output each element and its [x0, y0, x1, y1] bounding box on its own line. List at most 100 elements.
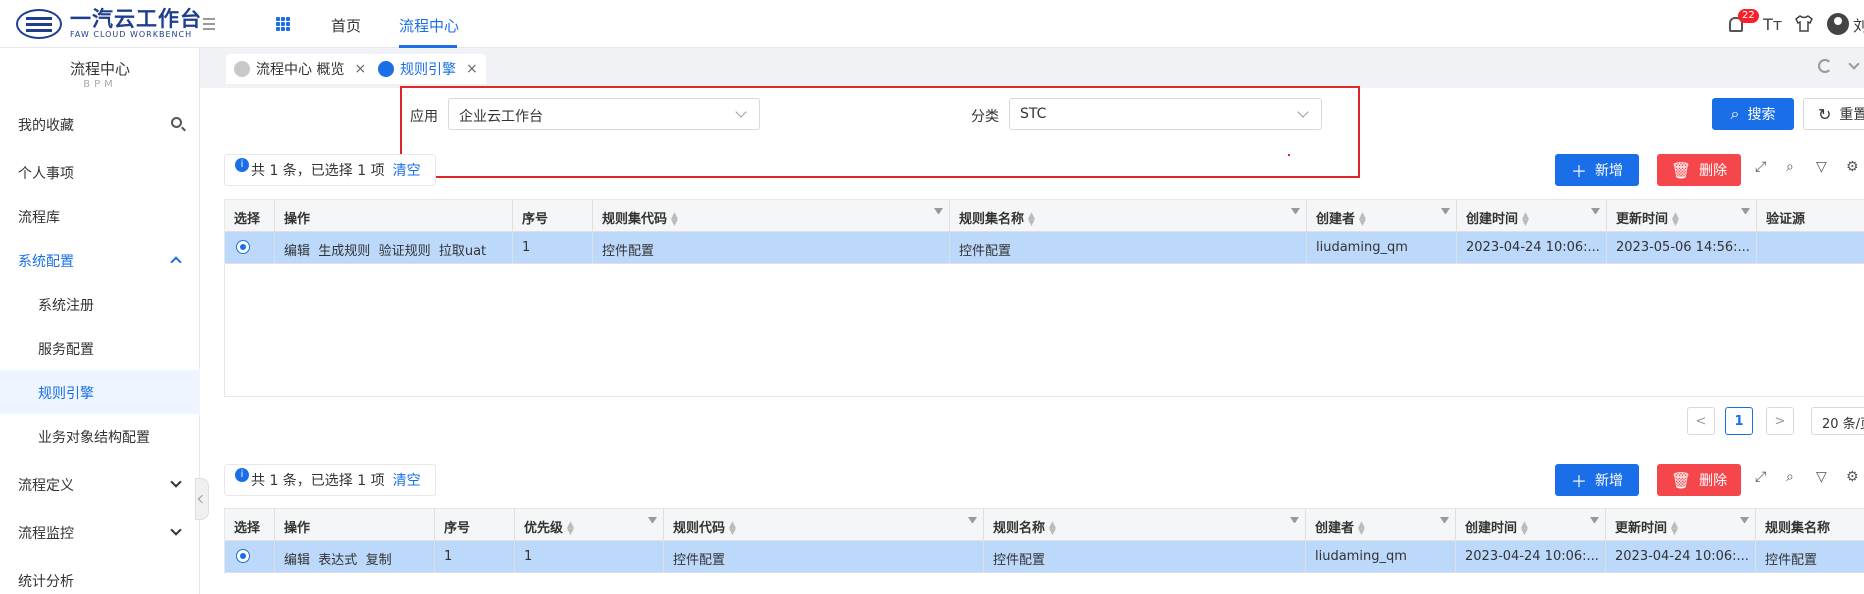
sidebar-item-system-register[interactable]: 系统注册	[0, 282, 200, 326]
selection-info-bar-2: i 共 1 条，已选择 1 项 清空	[224, 464, 436, 496]
nav-home[interactable]: 首页	[331, 15, 361, 36]
close-icon[interactable]: ×	[354, 61, 366, 77]
add-button-2[interactable]: ＋ 新增	[1555, 464, 1639, 496]
search-button[interactable]: ⌕ 搜索	[1712, 98, 1794, 130]
delete-button-2[interactable]: 🗑 删除	[1657, 464, 1741, 496]
row-radio[interactable]	[236, 240, 250, 254]
filter-icon[interactable]	[1290, 517, 1299, 526]
settings-icon[interactable]: ⚙	[1846, 159, 1862, 175]
user-name[interactable]: 刘	[1853, 15, 1864, 36]
add-button[interactable]: ＋ 新增	[1555, 154, 1639, 186]
col-created-time[interactable]: 创建时间 ▲ ▼	[1456, 509, 1606, 541]
filter-icon[interactable]	[1740, 517, 1749, 526]
sidebar-item-service-config[interactable]: 服务配置	[0, 326, 200, 370]
col-rule-set-name[interactable]: 规则集名称 ▲ ▼	[950, 200, 1307, 232]
expression-link[interactable]: 表达式	[318, 553, 357, 568]
sidebar-item-statistics[interactable]: 统计分析	[0, 558, 200, 594]
sidebar-item-rule-engine[interactable]: 规则引擎	[0, 370, 200, 414]
clear-selection-link[interactable]: 清空	[393, 470, 421, 490]
col-rule-set-name: 规则集名称	[1756, 509, 1864, 541]
sidebar-subtitle: BPM	[83, 79, 117, 90]
row-radio-cell[interactable]	[225, 541, 275, 573]
sidebar-title: 流程中心	[69, 60, 130, 78]
sidebar-item-personal[interactable]: 个人事项	[0, 150, 200, 194]
sidebar-item-favorites[interactable]: 我的收藏	[0, 102, 200, 146]
col-rule-name[interactable]: 规则名称 ▲ ▼	[984, 509, 1306, 541]
plus-icon: ＋	[1570, 472, 1587, 491]
fullscreen-icon[interactable]: ⤢	[1755, 469, 1771, 485]
tab-rule-engine[interactable]: 规则引擎 ×	[370, 54, 486, 84]
filter-icon[interactable]	[1741, 208, 1750, 217]
col-creator[interactable]: 创建者 ▲ ▼	[1306, 509, 1456, 541]
reset-icon: ↻	[1818, 104, 1832, 124]
sidebar-item-system-config[interactable]: 系统配置	[0, 238, 200, 282]
sidebar-item-process-monitor[interactable]: 流程监控	[0, 510, 200, 554]
search-icon[interactable]	[171, 117, 182, 128]
logo[interactable]: 一汽云工作台 FAW CLOUD WORKBENCH	[16, 8, 202, 39]
prev-page-button[interactable]: <	[1687, 407, 1715, 435]
filter-icon[interactable]	[648, 517, 657, 526]
filter-icon[interactable]: ▽	[1816, 159, 1832, 175]
delete-button[interactable]: 🗑 删除	[1657, 154, 1741, 186]
col-rule-set-code[interactable]: 规则集代码 ▲ ▼	[593, 200, 950, 232]
page-1-button[interactable]: 1	[1725, 407, 1753, 435]
top-header: 一汽云工作台 FAW CLOUD WORKBENCH 首页 流程中心 22 Tт…	[0, 0, 1864, 48]
col-validation-source: 验证源	[1757, 200, 1864, 232]
copy-link[interactable]: 复制	[366, 553, 392, 568]
row-radio-cell[interactable]	[225, 232, 275, 264]
apps-grid-icon[interactable]	[276, 17, 290, 31]
row-radio[interactable]	[236, 549, 250, 563]
page-size-select[interactable]: 20 条/页	[1811, 407, 1864, 435]
zoom-search-icon[interactable]: ⌕	[1786, 469, 1802, 485]
sidebar-item-process-library[interactable]: 流程库	[0, 194, 200, 238]
col-rule-code[interactable]: 规则代码 ▲ ▼	[664, 509, 984, 541]
row-source	[1757, 232, 1864, 264]
table-row[interactable]: 编辑 生成规则 验证规则 拉取uat 1 控件配置 控件配置 liudaming…	[225, 232, 1864, 264]
highlight-dot	[1288, 154, 1290, 156]
close-icon[interactable]: ×	[466, 61, 478, 77]
tab-flow-overview[interactable]: 流程中心 概览 ×	[226, 54, 375, 84]
nav-flow-center[interactable]: 流程中心	[399, 15, 459, 36]
table-row[interactable]: 编辑 表达式 复制 1 1 控件配置 控件配置 liudaming_qm 202…	[225, 541, 1864, 573]
clear-selection-link[interactable]: 清空	[393, 160, 421, 180]
filter-icon[interactable]: ▽	[1816, 469, 1832, 485]
fullscreen-icon[interactable]: ⤢	[1755, 159, 1771, 175]
font-size-icon[interactable]: Tт	[1763, 15, 1782, 34]
sidebar-item-process-definition[interactable]: 流程定义	[0, 462, 200, 506]
edit-link[interactable]: 编辑	[284, 244, 310, 259]
next-page-button[interactable]: >	[1766, 407, 1794, 435]
avatar[interactable]	[1827, 13, 1849, 35]
zoom-search-icon[interactable]: ⌕	[1786, 159, 1802, 175]
sidebar-collapse-handle[interactable]	[195, 478, 209, 520]
edit-link[interactable]: 编辑	[284, 553, 310, 568]
col-created-time[interactable]: 创建时间 ▲ ▼	[1457, 200, 1607, 232]
table-header: 选择 操作 序号 优先级 ▲ ▼ 规则代码 ▲ ▼ 规则名称 ▲ ▼ 创建者 ▲ ▼ 创建时间 ▲…	[225, 509, 1864, 541]
filter-icon[interactable]	[1591, 208, 1600, 217]
row-created: 2023-04-24 10:06:...	[1456, 541, 1606, 573]
col-select: 选择	[225, 509, 275, 541]
col-creator[interactable]: 创建者 ▲ ▼	[1307, 200, 1457, 232]
filter-icon[interactable]	[1590, 517, 1599, 526]
filter-icon[interactable]	[934, 208, 943, 217]
col-updated-time[interactable]: 更新时间 ▲ ▼	[1607, 200, 1757, 232]
row-code: 控件配置	[593, 232, 950, 264]
filter-icon[interactable]	[1440, 517, 1449, 526]
menu-toggle-icon[interactable]	[203, 18, 215, 30]
sidebar-item-business-object[interactable]: 业务对象结构配置	[0, 414, 200, 458]
search-icon: ⌕	[1730, 104, 1740, 123]
validate-rule-link[interactable]: 验证规则	[379, 244, 431, 259]
filter-icon[interactable]	[1441, 208, 1450, 217]
theme-shirt-icon[interactable]	[1795, 15, 1813, 32]
col-updated-time[interactable]: 更新时间 ▲ ▼	[1606, 509, 1756, 541]
pull-uat-link[interactable]: 拉取uat	[439, 244, 486, 259]
filter-icon[interactable]	[1291, 208, 1300, 217]
info-icon: i	[235, 468, 249, 482]
logo-title: 一汽云工作台	[70, 7, 202, 31]
generate-rule-link[interactable]: 生成规则	[318, 244, 370, 259]
refresh-icon[interactable]	[1818, 59, 1832, 73]
settings-icon[interactable]: ⚙	[1846, 469, 1862, 485]
col-actions: 操作	[275, 200, 513, 232]
reset-button[interactable]: ↻ 重置	[1803, 98, 1864, 130]
filter-icon[interactable]	[968, 517, 977, 526]
col-priority[interactable]: 优先级 ▲ ▼	[515, 509, 664, 541]
